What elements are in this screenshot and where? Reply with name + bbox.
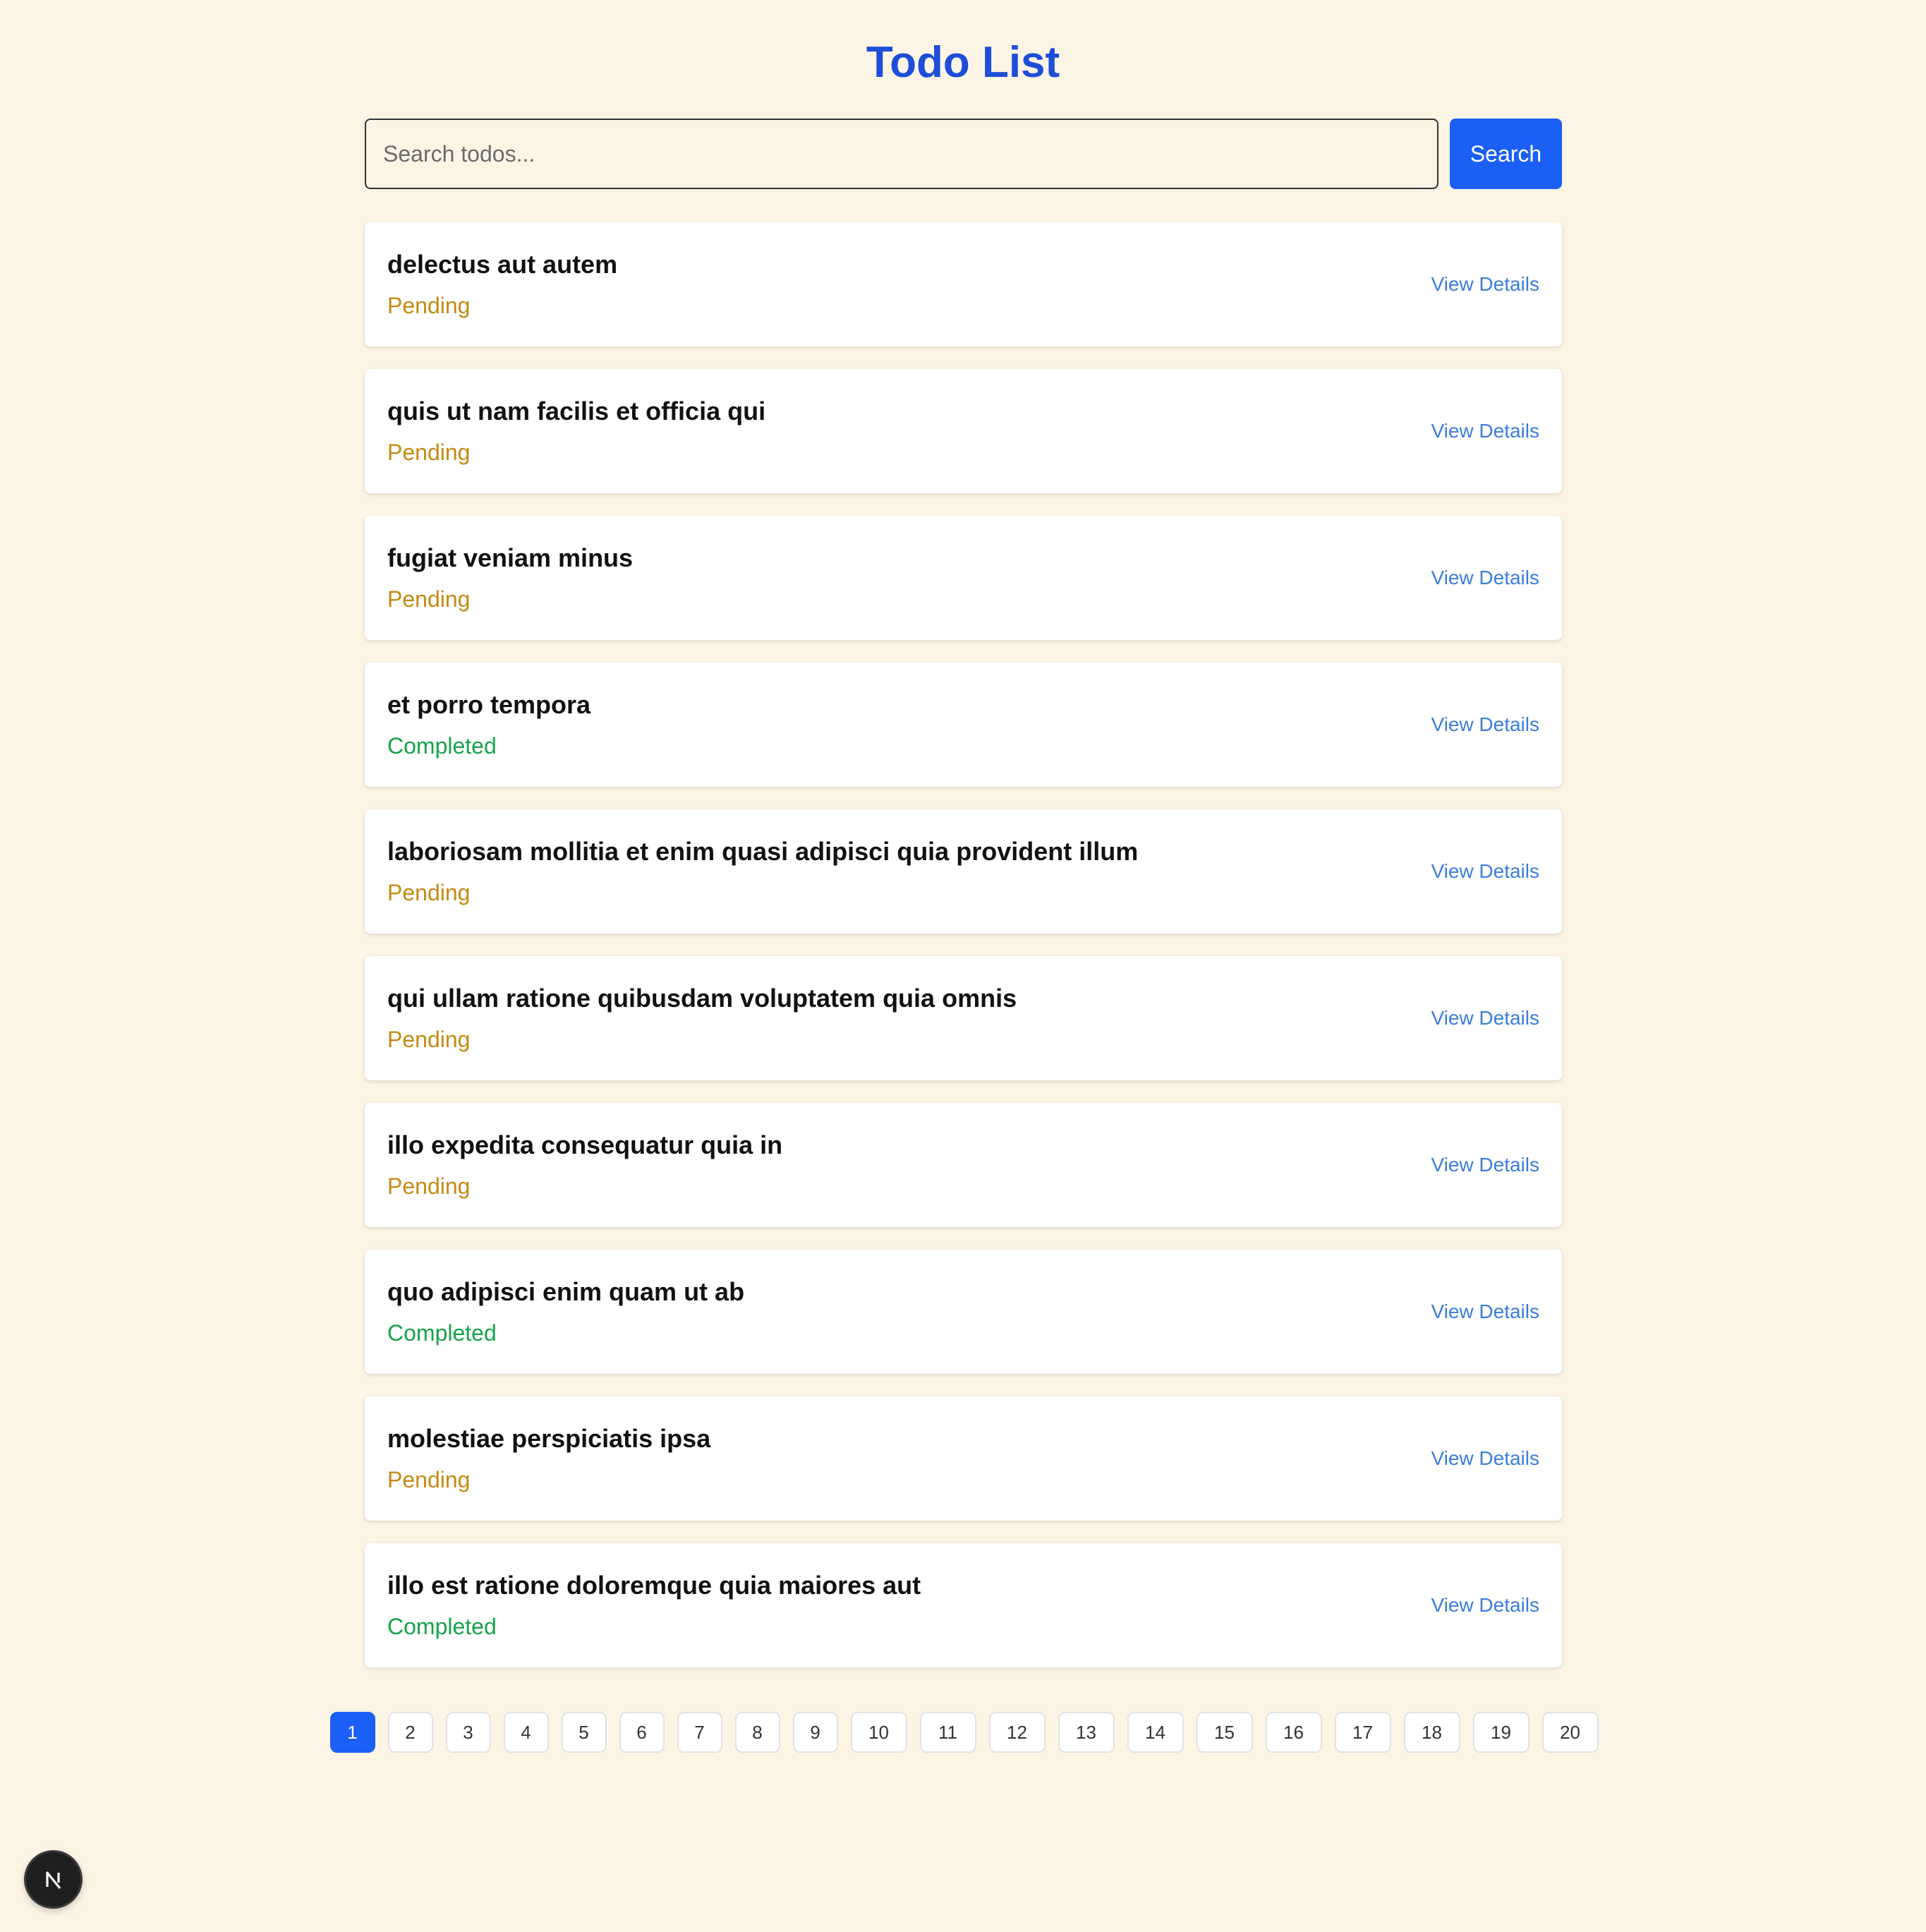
todo-item: molestiae perspiciatis ipsa Pending View… <box>365 1396 1562 1521</box>
search-button[interactable]: Search <box>1450 119 1562 189</box>
view-details-link[interactable]: View Details <box>1431 420 1539 442</box>
view-details-link[interactable]: View Details <box>1431 1447 1539 1470</box>
pagination: 1 2 3 4 5 6 7 8 9 10 11 12 13 14 15 16 1… <box>329 1712 1599 1753</box>
todo-list: delectus aut autem Pending View Details … <box>365 222 1562 1690</box>
view-details-link[interactable]: View Details <box>1431 1154 1539 1176</box>
page-button-20[interactable]: 20 <box>1542 1712 1599 1753</box>
todo-item: laboriosam mollitia et enim quasi adipis… <box>365 809 1562 934</box>
view-details-link[interactable]: View Details <box>1431 273 1539 296</box>
page-button-12[interactable]: 12 <box>988 1712 1046 1753</box>
page-button-11[interactable]: 11 <box>919 1712 976 1753</box>
page-button-19[interactable]: 19 <box>1472 1712 1530 1753</box>
page-button-1[interactable]: 1 <box>329 1712 375 1753</box>
dev-tools-badge[interactable] <box>26 1852 80 1907</box>
page-button-7[interactable]: 7 <box>677 1712 722 1753</box>
page-button-6[interactable]: 6 <box>619 1712 665 1753</box>
todo-status: Pending <box>387 1173 471 1199</box>
todo-item: illo est ratione doloremque quia maiores… <box>365 1543 1562 1667</box>
todo-status: Pending <box>387 880 471 905</box>
todo-item: et porro tempora Completed View Details <box>365 663 1562 787</box>
view-details-link[interactable]: View Details <box>1431 713 1539 736</box>
todo-title: laboriosam mollitia et enim quasi adipis… <box>387 837 1139 866</box>
page-button-4[interactable]: 4 <box>503 1712 549 1753</box>
todo-title: fugiat veniam minus <box>387 543 634 572</box>
todo-status: Pending <box>387 440 471 465</box>
todo-status: Completed <box>387 733 497 759</box>
todo-item: quo adipisci enim quam ut ab Completed V… <box>365 1250 1562 1374</box>
todo-title: molestiae perspiciatis ipsa <box>387 1424 711 1453</box>
todo-status: Pending <box>387 586 471 612</box>
todo-title: illo expedita consequatur quia in <box>387 1130 783 1159</box>
page-button-17[interactable]: 17 <box>1334 1712 1391 1753</box>
page-button-3[interactable]: 3 <box>445 1712 491 1753</box>
page-button-5[interactable]: 5 <box>561 1712 607 1753</box>
todo-title: et porro tempora <box>387 690 591 719</box>
page-button-18[interactable]: 18 <box>1403 1712 1460 1753</box>
todo-item: qui ullam ratione quibusdam voluptatem q… <box>365 956 1562 1080</box>
todo-item: fugiat veniam minus Pending View Details <box>365 516 1562 640</box>
todo-item: delectus aut autem Pending View Details <box>365 222 1562 346</box>
todo-item: quis ut nam facilis et officia qui Pendi… <box>365 369 1562 493</box>
view-details-link[interactable]: View Details <box>1431 567 1539 589</box>
page-button-14[interactable]: 14 <box>1127 1712 1184 1753</box>
page-button-13[interactable]: 13 <box>1058 1712 1115 1753</box>
todo-status: Completed <box>387 1614 497 1639</box>
view-details-link[interactable]: View Details <box>1431 860 1539 883</box>
todo-status: Pending <box>387 1467 471 1492</box>
search-bar: Search <box>365 119 1562 189</box>
view-details-link[interactable]: View Details <box>1431 1007 1539 1030</box>
page-button-2[interactable]: 2 <box>387 1712 433 1753</box>
todo-title: illo est ratione doloremque quia maiores… <box>387 1571 921 1600</box>
todo-item: illo expedita consequatur quia in Pendin… <box>365 1103 1562 1227</box>
todo-title: qui ullam ratione quibusdam voluptatem q… <box>387 984 1017 1013</box>
page-button-10[interactable]: 10 <box>850 1712 907 1753</box>
todo-title: quis ut nam facilis et officia qui <box>387 397 766 425</box>
search-input[interactable] <box>365 119 1439 189</box>
page-button-16[interactable]: 16 <box>1265 1712 1322 1753</box>
page-button-8[interactable]: 8 <box>734 1712 780 1753</box>
todo-title: quo adipisci enim quam ut ab <box>387 1277 745 1306</box>
page-button-9[interactable]: 9 <box>792 1712 838 1753</box>
todo-title: delectus aut autem <box>387 250 618 279</box>
todo-status: Completed <box>387 1320 497 1346</box>
next-logo-icon <box>45 1871 61 1889</box>
todo-status: Pending <box>387 1027 471 1052</box>
view-details-link[interactable]: View Details <box>1431 1594 1539 1617</box>
page-button-15[interactable]: 15 <box>1196 1712 1253 1753</box>
todo-status: Pending <box>387 293 471 318</box>
page-title: Todo List <box>866 38 1060 87</box>
view-details-link[interactable]: View Details <box>1431 1300 1539 1323</box>
